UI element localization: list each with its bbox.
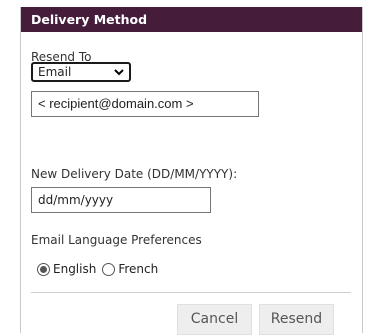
cancel-button[interactable]: Cancel: [177, 304, 252, 335]
dialog-title: Delivery Method: [21, 7, 362, 32]
radio-french[interactable]: [102, 262, 116, 276]
radio-french-label: French: [118, 262, 159, 276]
radio-english-label: English: [53, 262, 97, 276]
divider: [31, 292, 351, 293]
recipient-email-input[interactable]: < recipient@domain.com >: [31, 91, 259, 117]
chevron-down-icon: [114, 69, 124, 76]
resend-button[interactable]: Resend: [259, 304, 334, 335]
delivery-date-input[interactable]: dd/mm/yyyy: [31, 187, 211, 213]
delivery-date-label: New Delivery Date (DD/MM/YYYY):: [31, 167, 238, 181]
language-preferences-label: Email Language Preferences: [31, 233, 202, 247]
delivery-method-dialog: Delivery Method Resend To Email < recipi…: [20, 7, 363, 335]
delivery-channel-value: Email: [38, 65, 72, 79]
delivery-channel-select[interactable]: Email: [31, 62, 131, 82]
language-radio-group: English French: [37, 262, 158, 276]
radio-english[interactable]: [37, 262, 50, 276]
